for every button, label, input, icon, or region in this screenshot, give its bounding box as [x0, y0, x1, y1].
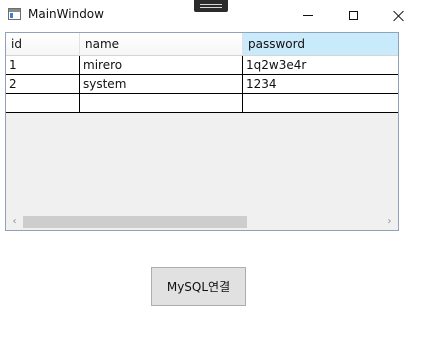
- horizontal-scrollbar[interactable]: ‹ ›: [6, 213, 398, 230]
- cell-id[interactable]: 1: [6, 56, 80, 75]
- scroll-left-icon[interactable]: ‹: [6, 213, 23, 230]
- column-header-password[interactable]: password: [243, 33, 398, 55]
- column-header-id[interactable]: id: [6, 33, 80, 55]
- app-window-icon[interactable]: [8, 8, 21, 20]
- close-button[interactable]: [376, 0, 422, 31]
- title-bar[interactable]: MainWindow: [0, 0, 422, 31]
- window-title: MainWindow: [28, 7, 104, 21]
- main-window: MainWindow id name password 1 mirero 1q2…: [0, 0, 422, 340]
- grid-header: id name password: [6, 33, 398, 56]
- cell-password[interactable]: 1q2w3e4r: [243, 56, 398, 75]
- table-row[interactable]: 1 mirero 1q2w3e4r: [6, 56, 398, 75]
- minimize-icon: [303, 15, 313, 16]
- column-header-name[interactable]: name: [80, 33, 243, 55]
- new-row-placeholder[interactable]: [6, 94, 398, 113]
- maximize-button[interactable]: [330, 0, 376, 31]
- cell-password[interactable]: [243, 94, 398, 113]
- cell-name[interactable]: mirero: [80, 56, 243, 75]
- close-icon: [393, 10, 405, 22]
- cell-id[interactable]: 2: [6, 75, 80, 94]
- cell-password[interactable]: 1234: [243, 75, 398, 94]
- scrollbar-thumb[interactable]: [23, 216, 247, 228]
- scroll-right-icon[interactable]: ›: [381, 213, 398, 230]
- mysql-connect-button[interactable]: MySQL연결: [151, 267, 246, 306]
- cell-name[interactable]: [80, 94, 243, 113]
- table-row[interactable]: 2 system 1234: [6, 75, 398, 94]
- minimize-button[interactable]: [285, 0, 331, 31]
- data-grid[interactable]: id name password 1 mirero 1q2w3e4r 2 sys…: [5, 32, 399, 231]
- drag-handle[interactable]: [194, 0, 228, 12]
- maximize-icon: [348, 11, 358, 20]
- cell-name[interactable]: system: [80, 75, 243, 94]
- cell-id[interactable]: [6, 94, 80, 113]
